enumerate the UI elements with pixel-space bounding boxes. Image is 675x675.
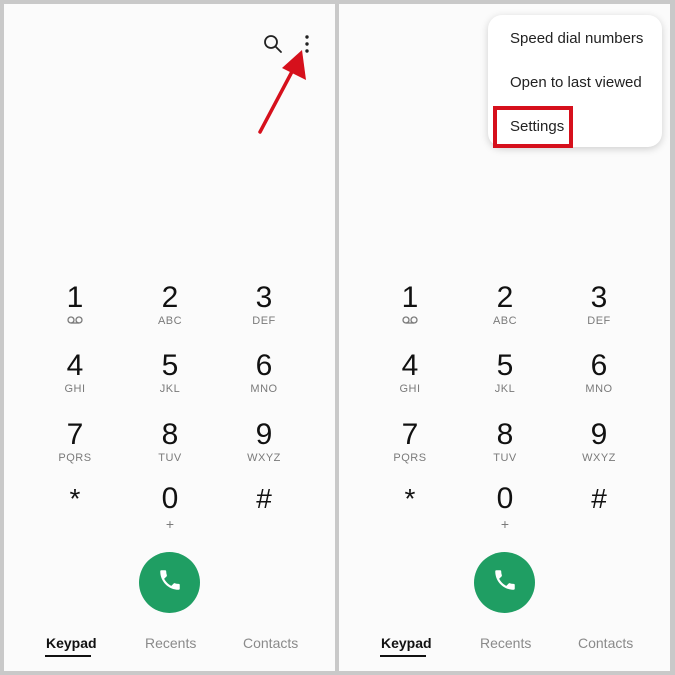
voicemail-icon — [35, 315, 115, 328]
key-digit: 2 — [496, 281, 514, 314]
key-letters: ABC — [157, 315, 183, 327]
menu-item-open-last-viewed[interactable]: Open to last viewed — [510, 74, 642, 91]
key-digit: 7 — [401, 418, 419, 451]
call-button[interactable] — [139, 552, 200, 613]
key-digit: 3 — [255, 281, 273, 314]
key-8[interactable]: 8 TUV — [465, 418, 545, 464]
key-digit: 8 — [161, 418, 179, 451]
key-letters: TUV — [493, 452, 517, 464]
key-digit: 9 — [590, 418, 608, 451]
key-hash[interactable]: # — [224, 482, 304, 516]
key-0[interactable]: 0 + — [130, 482, 210, 532]
dialer-screen-left: 1 2 ABC 3 DEF 4 GHI 5 JKL 6 MNO 7 PQRS 8 — [4, 4, 335, 671]
menu-item-speed-dial[interactable]: Speed dial numbers — [510, 30, 643, 47]
key-6[interactable]: 6 MNO — [559, 349, 639, 395]
key-digit: * — [404, 483, 416, 514]
settings-highlight-box — [493, 106, 573, 148]
key-2[interactable]: 2 ABC — [130, 281, 210, 327]
key-letters: WXYZ — [582, 452, 616, 464]
key-digit: 7 — [66, 418, 84, 451]
key-letters: DEF — [587, 315, 611, 327]
key-digit: 1 — [401, 281, 419, 314]
key-5[interactable]: 5 JKL — [130, 349, 210, 395]
key-4[interactable]: 4 GHI — [35, 349, 115, 395]
key-digit: 1 — [66, 281, 84, 314]
key-letters: GHI — [64, 383, 86, 395]
phone-icon — [157, 567, 183, 598]
key-1[interactable]: 1 — [370, 281, 450, 328]
key-letters: MNO — [585, 383, 613, 395]
key-letters: PQRS — [393, 452, 427, 464]
key-letters: PQRS — [58, 452, 92, 464]
key-2[interactable]: 2 ABC — [465, 281, 545, 327]
key-digit: 8 — [496, 418, 514, 451]
key-digit: 0 — [161, 482, 179, 515]
key-5[interactable]: 5 JKL — [465, 349, 545, 395]
key-9[interactable]: 9 WXYZ — [224, 418, 304, 464]
key-letters: JKL — [494, 383, 516, 395]
key-digit: 4 — [401, 349, 419, 382]
key-7[interactable]: 7 PQRS — [35, 418, 115, 464]
key-letters: + — [500, 516, 510, 532]
tab-recents[interactable]: Recents — [145, 635, 196, 651]
key-digit: 0 — [496, 482, 514, 515]
key-4[interactable]: 4 GHI — [370, 349, 450, 395]
key-6[interactable]: 6 MNO — [224, 349, 304, 395]
tab-contacts[interactable]: Contacts — [243, 635, 298, 651]
key-star[interactable]: * — [370, 482, 450, 516]
red-arrow-annotation — [258, 50, 306, 134]
key-0[interactable]: 0 + — [465, 482, 545, 532]
tab-keypad[interactable]: Keypad — [381, 635, 432, 651]
key-digit: * — [69, 483, 81, 514]
key-8[interactable]: 8 TUV — [130, 418, 210, 464]
key-3[interactable]: 3 DEF — [559, 281, 639, 327]
key-9[interactable]: 9 WXYZ — [559, 418, 639, 464]
key-digit: 2 — [161, 281, 179, 314]
key-letters: WXYZ — [247, 452, 281, 464]
key-letters: JKL — [159, 383, 181, 395]
key-digit: # — [591, 483, 607, 514]
bottom-nav: Keypad Recents Contacts — [4, 631, 335, 671]
voicemail-icon — [370, 315, 450, 328]
key-hash[interactable]: # — [559, 482, 639, 516]
call-button[interactable] — [474, 552, 535, 613]
key-digit: 4 — [66, 349, 84, 382]
tab-contacts[interactable]: Contacts — [578, 635, 633, 651]
phone-icon — [492, 567, 518, 598]
key-digit: 5 — [161, 349, 179, 382]
key-digit: 6 — [255, 349, 273, 382]
key-3[interactable]: 3 DEF — [224, 281, 304, 327]
key-7[interactable]: 7 PQRS — [370, 418, 450, 464]
key-letters: DEF — [252, 315, 276, 327]
key-digit: 9 — [255, 418, 273, 451]
key-digit: 3 — [590, 281, 608, 314]
key-letters: ABC — [492, 315, 518, 327]
key-letters: MNO — [250, 383, 278, 395]
key-digit: # — [256, 483, 272, 514]
key-letters: TUV — [158, 452, 182, 464]
tab-indicator — [45, 655, 91, 657]
tab-keypad[interactable]: Keypad — [46, 635, 97, 651]
dialer-screen-right: 1 2 ABC 3 DEF 4 GHI 5 JKL 6 MNO 7 PQRS 8 — [339, 4, 670, 671]
bottom-nav: Keypad Recents Contacts — [339, 631, 670, 671]
key-digit: 6 — [590, 349, 608, 382]
key-letters: GHI — [399, 383, 421, 395]
key-1[interactable]: 1 — [35, 281, 115, 328]
tab-indicator — [380, 655, 426, 657]
key-star[interactable]: * — [35, 482, 115, 516]
key-digit: 5 — [496, 349, 514, 382]
key-letters: + — [165, 516, 175, 532]
tab-recents[interactable]: Recents — [480, 635, 531, 651]
